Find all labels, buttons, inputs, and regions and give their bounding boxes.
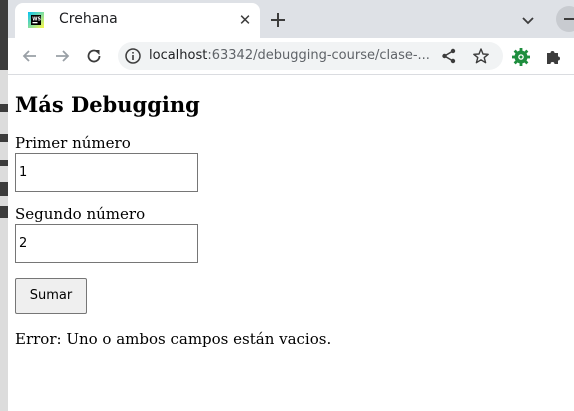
chevron-down-icon[interactable]: [518, 10, 538, 30]
first-number-label: Primer número: [15, 134, 131, 152]
tab-crehana[interactable]: WS Crehana ✕: [15, 3, 260, 38]
second-number-label: Segundo número: [15, 205, 146, 223]
browser-chrome: WS Crehana ✕ localhost:63342/debugging-c…: [8, 0, 574, 75]
info-icon[interactable]: [124, 47, 142, 65]
gear-extension-icon[interactable]: [511, 47, 531, 67]
tab-strip: WS Crehana ✕: [8, 0, 574, 38]
background-window-edge: [0, 0, 8, 411]
plus-icon[interactable]: [267, 9, 289, 31]
webstorm-favicon-icon: WS: [28, 12, 44, 28]
minimize-icon[interactable]: [556, 6, 574, 32]
tab-title: Crehana: [59, 11, 118, 27]
error-message: Error: Uno o ambos campos están vacios.: [15, 330, 332, 348]
puzzle-icon[interactable]: [543, 47, 563, 67]
close-icon[interactable]: ✕: [236, 11, 254, 29]
share-icon[interactable]: [440, 47, 458, 65]
second-number-value: 2: [19, 236, 28, 251]
url-host: localhost: [149, 48, 208, 63]
url-path: :63342/debugging-course/clase-...: [207, 48, 430, 63]
second-number-input[interactable]: 2: [15, 224, 198, 263]
first-number-input[interactable]: 1: [15, 153, 198, 192]
sumar-button[interactable]: Sumar: [15, 278, 87, 314]
star-icon[interactable]: [472, 47, 490, 65]
url-text: localhost:63342/debugging-course/clase-.…: [149, 48, 430, 63]
browser-toolbar: localhost:63342/debugging-course/clase-.…: [8, 38, 574, 75]
reload-icon[interactable]: [84, 46, 104, 66]
page-title: Más Debugging: [15, 92, 200, 117]
address-bar[interactable]: localhost:63342/debugging-course/clase-.…: [118, 42, 503, 70]
arrow-left-icon[interactable]: [20, 46, 40, 66]
first-number-value: 1: [19, 165, 28, 180]
arrow-right-icon[interactable]: [52, 46, 72, 66]
svg-text:WS: WS: [32, 16, 41, 22]
